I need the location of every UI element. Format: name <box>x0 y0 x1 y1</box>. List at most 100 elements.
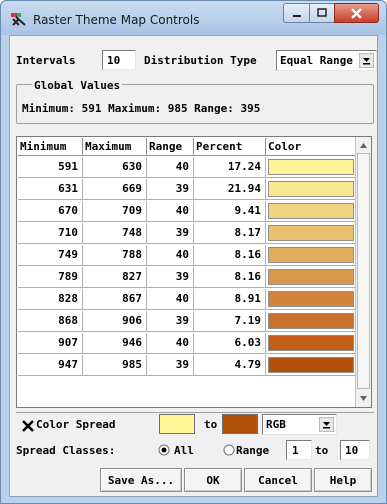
cell-color-swatch[interactable] <box>268 313 354 329</box>
cell-color-swatch[interactable] <box>268 335 354 351</box>
minimize-button[interactable] <box>283 3 310 23</box>
radio-range[interactable] <box>223 444 235 456</box>
scroll-down-button[interactable] <box>357 392 370 405</box>
cell-maximum: 630 <box>83 157 147 178</box>
cell-percent: 6.03 <box>194 333 266 354</box>
cell-percent: 8.17 <box>194 223 266 244</box>
cell-minimum: 789 <box>18 267 83 288</box>
table-header: Minimum Maximum Range Percent Color <box>18 138 356 156</box>
spread-start-color-swatch[interactable] <box>159 414 195 434</box>
column-header-minimum[interactable]: Minimum <box>18 138 83 156</box>
cell-color-swatch[interactable] <box>268 269 354 285</box>
cell-minimum: 868 <box>18 311 83 332</box>
table-row[interactable]: 749 788 40 8.16 <box>18 245 356 266</box>
cell-percent: 8.16 <box>194 245 266 266</box>
radio-all[interactable] <box>158 444 170 456</box>
global-values-text: Minimum: 591 Maximum: 985 Range: 395 <box>22 102 261 115</box>
table-row[interactable]: 907 946 40 6.03 <box>18 333 356 354</box>
cell-color-swatch[interactable] <box>268 291 354 307</box>
table-row[interactable]: 670 709 40 9.41 <box>18 201 356 222</box>
cell-range: 39 <box>147 179 194 200</box>
spread-end-color-swatch[interactable] <box>222 414 258 434</box>
cell-range: 39 <box>147 355 194 376</box>
cell-maximum: 788 <box>83 245 147 266</box>
spread-classes-label: Spread Classes: <box>16 444 116 457</box>
arrow-up-icon <box>360 143 367 148</box>
distribution-type-select[interactable]: Equal Range <box>276 50 377 71</box>
table-row[interactable]: 828 867 40 8.91 <box>18 289 356 310</box>
ok-button[interactable]: OK <box>184 468 242 492</box>
close-icon <box>351 7 362 19</box>
range-to-input[interactable]: 10 <box>340 440 370 460</box>
table-row[interactable]: 789 827 39 8.16 <box>18 267 356 288</box>
cancel-button[interactable]: Cancel <box>244 468 312 492</box>
chevron-down-icon[interactable] <box>359 53 374 68</box>
column-header-percent[interactable]: Percent <box>194 138 266 156</box>
help-button[interactable]: Help <box>314 468 372 492</box>
class-table: Minimum Maximum Range Percent Color 591 6… <box>16 136 372 408</box>
maximize-button[interactable] <box>309 3 335 23</box>
cell-range: 40 <box>147 245 194 266</box>
radio-range-label: Range <box>236 444 270 457</box>
cell-range: 40 <box>147 157 194 178</box>
color-model-select[interactable]: RGB <box>262 414 337 435</box>
vertical-scrollbar[interactable] <box>355 137 371 407</box>
cell-maximum: 709 <box>83 201 147 222</box>
cell-range: 39 <box>147 311 194 332</box>
raster-theme-icon <box>11 13 26 26</box>
cell-minimum: 591 <box>18 157 83 178</box>
chevron-down-icon[interactable] <box>319 417 334 432</box>
table-row[interactable]: 710 748 39 8.17 <box>18 223 356 244</box>
cell-color-swatch[interactable] <box>268 357 354 373</box>
cell-range: 39 <box>147 223 194 244</box>
color-spread-checkbox[interactable] <box>22 420 34 432</box>
table-spacer <box>18 382 356 386</box>
cell-minimum: 631 <box>18 179 83 200</box>
cell-minimum: 710 <box>18 223 83 244</box>
cell-color-swatch[interactable] <box>268 181 354 197</box>
cell-color-swatch[interactable] <box>268 203 354 219</box>
global-values-legend: Global Values <box>32 79 123 92</box>
cell-minimum: 749 <box>18 245 83 266</box>
cell-percent: 7.19 <box>194 311 266 332</box>
dialog-window: Raster Theme Map Controls Intervals 10 D… <box>0 0 387 504</box>
column-header-maximum[interactable]: Maximum <box>83 138 147 156</box>
column-header-color[interactable]: Color <box>266 138 356 156</box>
title-bar[interactable]: Raster Theme Map Controls <box>1 1 386 35</box>
cell-percent: 8.16 <box>194 267 266 288</box>
cell-color-swatch[interactable] <box>268 225 354 241</box>
close-button[interactable] <box>334 3 379 23</box>
table-row[interactable]: 868 906 39 7.19 <box>18 311 356 332</box>
cell-range: 40 <box>147 201 194 222</box>
cell-maximum: 669 <box>83 179 147 200</box>
cell-range: 40 <box>147 289 194 310</box>
column-header-range[interactable]: Range <box>147 138 194 156</box>
table-row[interactable]: 631 669 39 21.94 <box>18 179 356 200</box>
cell-percent: 4.79 <box>194 355 266 376</box>
maximize-icon <box>317 8 327 17</box>
cell-maximum: 985 <box>83 355 147 376</box>
cell-color-swatch[interactable] <box>268 159 354 175</box>
table-row[interactable]: 947 985 39 4.79 <box>18 355 356 376</box>
distribution-type-value: Equal Range <box>280 54 353 67</box>
cell-color-swatch[interactable] <box>268 247 354 263</box>
cell-range: 39 <box>147 267 194 288</box>
cell-percent: 21.94 <box>194 179 266 200</box>
cell-minimum: 828 <box>18 289 83 310</box>
table-row[interactable]: 591 630 40 17.24 <box>18 157 356 178</box>
cell-minimum: 670 <box>18 201 83 222</box>
scroll-up-button[interactable] <box>357 139 370 152</box>
scroll-thumb[interactable] <box>357 153 370 389</box>
distribution-type-label: Distribution Type <box>144 54 257 67</box>
minimize-icon <box>292 15 301 17</box>
window-title: Raster Theme Map Controls <box>33 13 200 27</box>
cell-minimum: 907 <box>18 333 83 354</box>
cell-percent: 8.91 <box>194 289 266 310</box>
save-as-button[interactable]: Save As... <box>100 468 182 492</box>
cell-range: 40 <box>147 333 194 354</box>
cell-maximum: 906 <box>83 311 147 332</box>
cell-percent: 17.24 <box>194 157 266 178</box>
intervals-input[interactable]: 10 <box>102 50 136 70</box>
range-from-input[interactable]: 1 <box>286 440 312 460</box>
radio-all-label: All <box>174 444 194 457</box>
